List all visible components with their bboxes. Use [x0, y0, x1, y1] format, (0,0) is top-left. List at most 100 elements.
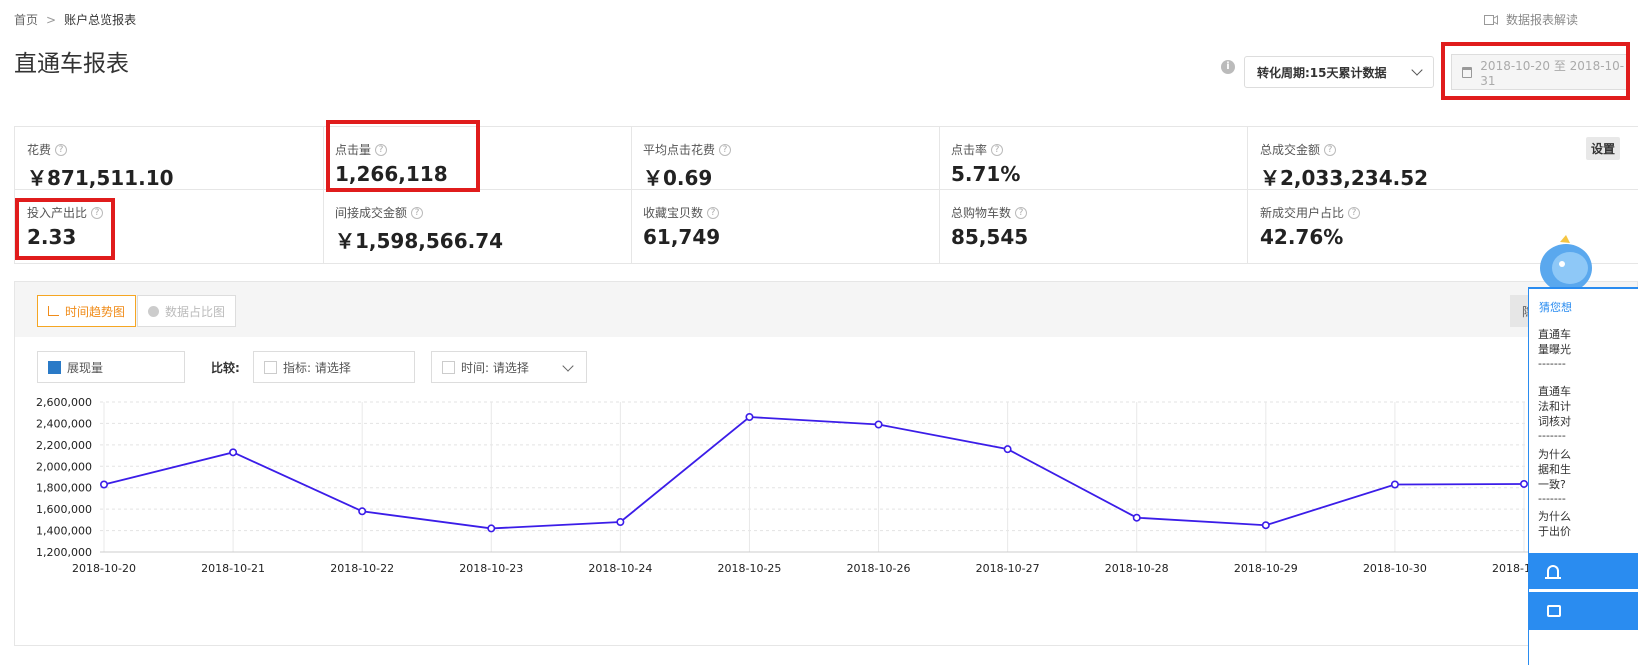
date-range-picker[interactable]: 2018-10-20 至 2018-10-31 — [1451, 54, 1628, 90]
help-icon[interactable]: ? — [719, 143, 732, 156]
metric-cell: 花费? ￥871,511.10 — [15, 127, 324, 190]
breadcrumb-current: 账户总览报表 — [64, 13, 137, 27]
help-icon[interactable]: ? — [1015, 206, 1028, 219]
assistant-question[interactable]: 为什么 据和生 一致? — [1538, 447, 1571, 492]
metric-value: ￥871,511.10 — [27, 166, 174, 190]
metric-cell: 总购物车数? 85,545 — [939, 189, 1248, 264]
metric-label: 平均点击花费 — [643, 143, 716, 157]
help-icon[interactable]: ? — [1324, 143, 1337, 156]
metric-label-row: 总购物车数? — [951, 204, 1247, 221]
compare-time-checkbox[interactable] — [442, 360, 455, 374]
notification-button[interactable] — [1529, 553, 1638, 589]
x-tick-label: 2018-10-20 — [72, 562, 136, 575]
help-icon[interactable]: ? — [91, 206, 104, 219]
mascot-icon[interactable] — [1536, 232, 1638, 290]
metric-select-label: 展现量 — [67, 360, 104, 375]
chart-panel: 时间趋势图 数据占比图 隐藏 展现量 比较: 指标: 请选择 时间: 请选择 1… — [14, 281, 1638, 646]
help-icon[interactable]: ? — [1348, 206, 1361, 219]
metrics-grid: 花费? ￥871,511.10 点击量? 1,266,118 平均点击花费? ￥0.69 点… — [14, 126, 1638, 264]
message-button[interactable] — [1529, 592, 1638, 630]
x-tick-label: 2018-10-22 — [330, 562, 394, 575]
compare-metric-label: 指标: 请选择 — [283, 360, 351, 375]
tab-time-trend[interactable]: 时间趋势图 — [37, 295, 137, 327]
info-icon[interactable]: i — [1221, 60, 1235, 74]
metric-label-row: 收藏宝贝数? — [643, 204, 939, 221]
x-tick-label: 2018-10-25 — [717, 562, 781, 575]
tab-data-share[interactable]: 数据占比图 — [137, 295, 237, 327]
assistant-header: 猜您想 — [1529, 287, 1638, 325]
metric-value: ￥1,598,566.74 — [335, 229, 504, 253]
data-point — [874, 420, 883, 429]
pie-chart-icon — [148, 305, 159, 317]
breadcrumb-home[interactable]: 首页 — [14, 11, 38, 28]
metric-label-row: 点击率? — [951, 141, 1247, 158]
chart-panel-header: 时间趋势图 数据占比图 隐藏 — [15, 282, 1637, 337]
data-point — [616, 518, 625, 527]
x-tick-label: 2018-10-21 — [201, 562, 265, 575]
assistant-question[interactable]: 直通车 量曝光 — [1538, 327, 1571, 357]
data-point — [487, 524, 496, 533]
compare-time-select[interactable]: 时间: 请选择 — [431, 351, 587, 383]
assistant-divider: ------- — [1538, 429, 1566, 442]
metric-label-row: 点击量? — [335, 141, 631, 158]
metric-label: 总成交金额 — [1260, 143, 1321, 157]
assistant-question[interactable]: 为什么 于出价 — [1538, 509, 1571, 539]
metric-value: 61,749 — [643, 225, 721, 249]
y-tick-label: 1,600,000 — [36, 503, 92, 516]
data-point — [1003, 445, 1012, 454]
y-tick-label: 2,000,000 — [36, 460, 92, 473]
metric-cell: 点击率? 5.71% — [939, 127, 1248, 189]
chevron-right-icon: > — [46, 12, 57, 27]
help-icon[interactable]: ? — [375, 143, 388, 156]
trend-line-chart: 1,200,000 1,400,000 1,600,000 1,800,000 2,00… — [36, 396, 1638, 575]
data-guide-link[interactable]: 数据报表解读 — [1483, 11, 1578, 28]
metric-label: 收藏宝贝数 — [643, 206, 704, 220]
compare-metric-checkbox[interactable] — [264, 360, 277, 374]
assistant-question[interactable]: 直通车 法和计 词核对 — [1538, 384, 1571, 429]
series-line — [103, 416, 1525, 530]
assistant-divider: ------- — [1538, 357, 1566, 370]
x-tick-label: 2018-10-28 — [1105, 562, 1169, 575]
help-icon[interactable]: ? — [411, 206, 424, 219]
compare-metric-select[interactable]: 指标: 请选择 — [253, 351, 415, 383]
metric-label-row: 间接成交金额? — [335, 204, 631, 221]
data-point — [358, 507, 367, 516]
help-icon[interactable]: ? — [707, 206, 720, 219]
chevron-down-icon — [562, 360, 574, 372]
metric-value: 1,266,118 — [335, 162, 448, 186]
assistant-panel: 猜您想 直通车 量曝光 ------- 直通车 法和计 词核对 ------- 为什么 … — [1528, 287, 1638, 665]
breadcrumb: 首页 > 账户总览报表 — [14, 11, 136, 28]
data-point — [745, 412, 754, 421]
calendar-icon — [1462, 66, 1473, 78]
metric-label: 花费 — [27, 143, 52, 157]
x-tick-label: 2018-10-27 — [976, 562, 1040, 575]
chevron-down-icon — [1411, 64, 1423, 76]
metric-label: 点击量 — [335, 143, 372, 157]
metric-value: 5.71% — [951, 162, 1021, 186]
metric-label-row: 投入产出比? — [27, 204, 323, 221]
metric-value: 2.33 — [27, 225, 77, 249]
conversion-period-select[interactable]: 转化周期:15天累计数据 — [1244, 56, 1434, 88]
data-point — [100, 480, 109, 489]
metric-cell: 收藏宝贝数? 61,749 — [631, 189, 940, 264]
metric-label-row: 总成交金额? — [1260, 141, 1638, 158]
y-tick-label: 1,200,000 — [36, 546, 92, 559]
help-icon[interactable]: ? — [55, 143, 68, 156]
settings-button[interactable]: 设置 — [1585, 137, 1620, 160]
y-tick-label: 1,800,000 — [36, 482, 92, 495]
y-tick-label: 2,400,000 — [36, 417, 92, 430]
y-tick-label: 2,200,000 — [36, 439, 92, 452]
tab-data-share-label: 数据占比图 — [165, 304, 226, 319]
compare-label: 比较: — [211, 361, 240, 375]
data-guide-label: 数据报表解读 — [1505, 13, 1578, 27]
bell-icon — [1545, 565, 1561, 579]
metric-select[interactable]: 展现量 — [37, 351, 185, 383]
data-point — [1261, 521, 1270, 530]
metric-cell: 总成交金额? ￥2,033,234.52 — [1248, 127, 1638, 190]
page-title: 直通车报表 — [14, 51, 129, 77]
help-icon[interactable]: ? — [991, 143, 1004, 156]
data-point — [229, 448, 238, 457]
video-icon — [1483, 14, 1498, 25]
series-color-swatch — [48, 360, 61, 374]
tab-time-trend-label: 时间趋势图 — [65, 304, 126, 319]
